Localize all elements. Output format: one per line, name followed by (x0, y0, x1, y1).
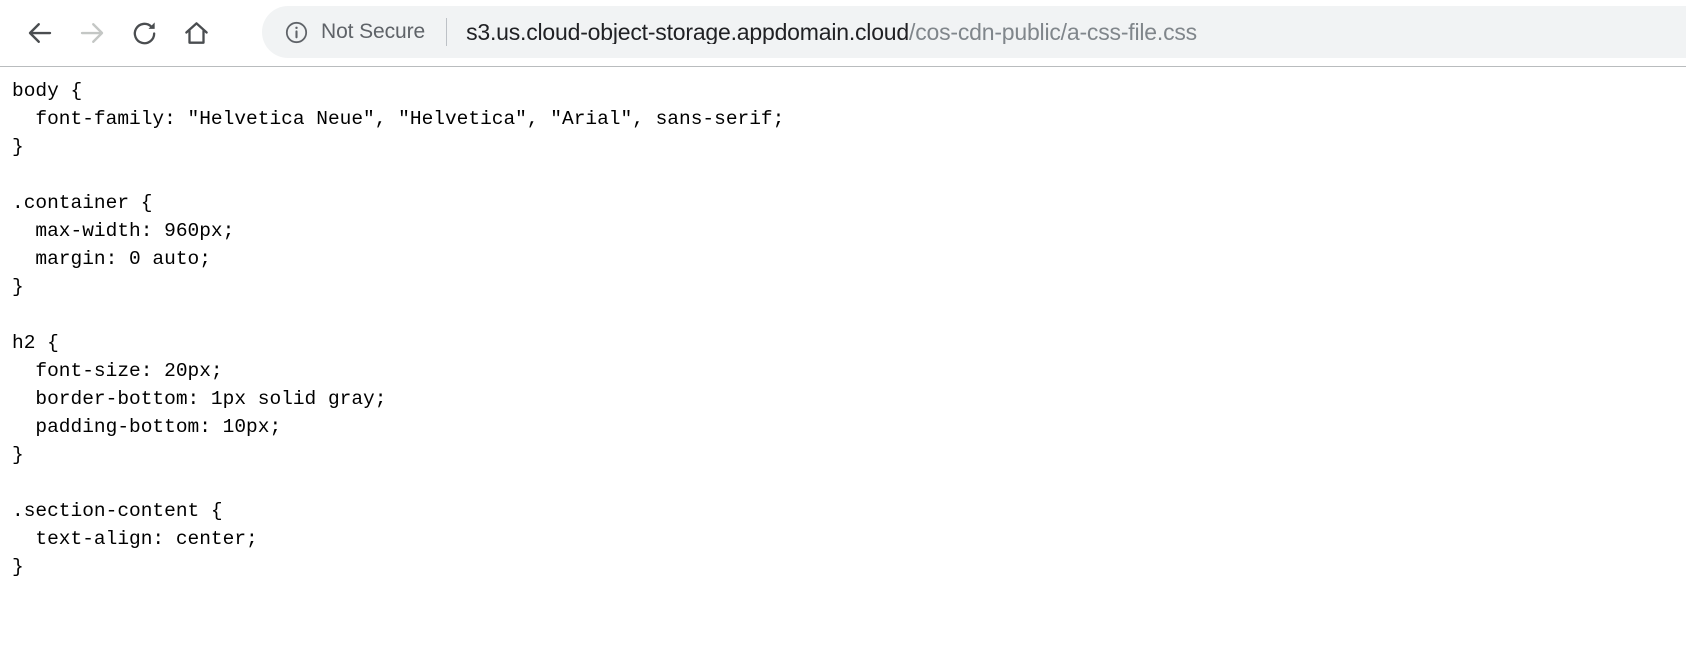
security-status-label: Not Secure (321, 20, 426, 43)
browser-toolbar: Not Secure s3.us.cloud-object-storage.ap… (0, 0, 1686, 67)
url-display[interactable]: s3.us.cloud-object-storage.appdomain.clo… (466, 21, 1197, 44)
address-bar[interactable]: Not Secure s3.us.cloud-object-storage.ap… (262, 6, 1686, 58)
url-path: /cos-cdn-public/a-css-file.css (909, 20, 1197, 44)
url-host: s3.us.cloud-object-storage.appdomain.clo… (466, 20, 909, 44)
forward-button[interactable] (66, 11, 118, 55)
omnibox-divider (446, 18, 448, 46)
reload-icon (130, 19, 159, 48)
home-icon (182, 19, 211, 48)
page-content-area: body { font-family: "Helvetica Neue", "H… (0, 67, 1686, 650)
home-button[interactable] (170, 11, 222, 55)
back-button[interactable] (14, 11, 66, 55)
css-file-source-text: body { font-family: "Helvetica Neue", "H… (12, 80, 785, 578)
info-circle-icon (284, 20, 309, 45)
arrow-right-icon (77, 18, 107, 48)
reload-button[interactable] (118, 11, 170, 55)
navigation-buttons (0, 11, 222, 55)
arrow-left-icon (25, 18, 55, 48)
security-status[interactable]: Not Secure (284, 20, 425, 45)
